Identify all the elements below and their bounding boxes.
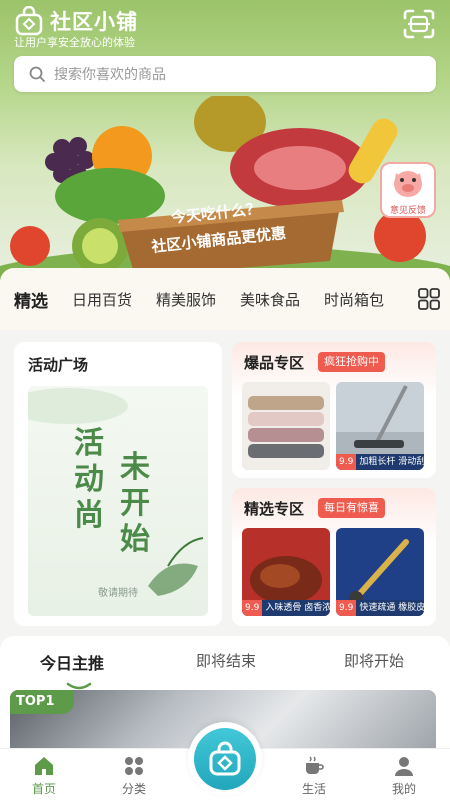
activity-poster: 活动尚 未开始 敬请期待 (28, 386, 208, 616)
activity-card[interactable]: 活动广场 活动尚 未开始 敬请期待 (14, 342, 222, 626)
category-tab-apparel[interactable]: 精美服饰 (156, 289, 216, 310)
towels-image (248, 396, 324, 458)
grid-menu-icon[interactable] (418, 288, 440, 310)
tab-home[interactable]: 首页 (14, 755, 74, 797)
pick-zone-title: 精选专区 (244, 500, 305, 518)
tab-category[interactable]: 分类 (104, 755, 164, 797)
price-label: 9.9 (242, 600, 263, 616)
tab-mine[interactable]: 我的 (374, 755, 434, 797)
pig-mascot-icon (394, 171, 422, 197)
brand: 社区小铺 (14, 6, 138, 36)
pick-product-duck-neck[interactable]: 9.9 入味透骨 卤香浓 (242, 528, 330, 616)
feedback-label: 意见反馈 (389, 206, 426, 216)
user-icon (395, 757, 413, 776)
bag-logo-icon (15, 6, 43, 36)
pick-zone-badge: 每日有惊喜 (318, 498, 385, 518)
ink-brush-decoration (28, 388, 204, 596)
search-bar[interactable]: 搜索你喜欢的商品 (14, 56, 436, 92)
active-tab-indicator (66, 682, 92, 690)
home-icon (35, 757, 53, 775)
tag-text: 加粗长杆 滑动刮 (359, 457, 424, 467)
poster-text-2: 未开始 (120, 450, 150, 557)
tab-life[interactable]: 生活 (284, 755, 344, 797)
category-tab-daily[interactable]: 日用百货 (72, 289, 132, 310)
top-rank-badge: TOP1 (10, 690, 74, 714)
hot-product-tag: 9.9 加粗长杆 滑动刮 (336, 454, 424, 470)
tab-category-label: 分类 (121, 782, 146, 796)
center-shop-button[interactable] (188, 722, 262, 796)
tab-today-pick[interactable]: 今日主推 (40, 650, 104, 674)
tag-text: 快速疏通 橡胶皮 (359, 603, 424, 613)
category-tab-food[interactable]: 美味食品 (240, 289, 300, 310)
tab-home-label: 首页 (31, 782, 56, 796)
scan-icon[interactable] (402, 8, 436, 40)
pick-product-tag: 9.9 入味透骨 卤香浓 (242, 600, 330, 616)
category-tab-featured[interactable]: 精选 (14, 287, 48, 312)
activity-title: 活动广场 (28, 356, 89, 374)
search-icon (29, 66, 45, 82)
category-icon (125, 757, 143, 775)
pick-product-plunger[interactable]: 9.9 快速疏通 橡胶皮 (336, 528, 424, 616)
tab-starting-soon[interactable]: 即将开始 (344, 650, 404, 671)
tab-life-label: 生活 (301, 782, 326, 796)
app-slogan: 让用户享安全放心的体验 (14, 36, 135, 49)
recommend-tabs: 今日主推 即将结束 即将开始 (0, 650, 450, 680)
hero-banner: 社区小铺 让用户享安全放心的体验 搜索你喜欢的商品 今天吃什么？ 社区小铺商品更… (0, 0, 450, 280)
coffee-cup-icon (306, 756, 324, 774)
hot-zone-badge: 疯狂抢购中 (318, 352, 385, 372)
tab-mine-label: 我的 (391, 782, 416, 796)
price-label: 9.9 (336, 600, 357, 616)
hot-zone-card[interactable]: 爆品专区 疯狂抢购中 9.9 加粗长杆 滑动刮 (232, 342, 436, 478)
promo-section: 活动广场 活动尚 未开始 敬请期待 爆品专区 疯狂抢购中 9.9 加粗长杆 滑动… (0, 330, 450, 630)
search-placeholder: 搜索你喜欢的商品 (54, 67, 166, 83)
category-tab-bags[interactable]: 时尚箱包 (324, 289, 384, 310)
hot-product-towels[interactable] (242, 382, 330, 470)
category-tabs: 精选 日用百货 精美服饰 美味食品 时尚箱包 (0, 268, 450, 330)
price-label: 9.9 (336, 454, 357, 470)
app-name: 社区小铺 (50, 10, 138, 34)
pick-product-tag: 9.9 快速疏通 橡胶皮 (336, 600, 424, 616)
hot-zone-title: 爆品专区 (244, 354, 305, 372)
hot-product-mop[interactable]: 9.9 加粗长杆 滑动刮 (336, 382, 424, 470)
shopping-bag-icon (209, 741, 241, 776)
poster-text-1: 活动尚 (74, 426, 104, 533)
tag-text: 入味透骨 卤香浓 (265, 603, 330, 613)
feedback-button[interactable]: 意见反馈 (380, 162, 436, 218)
pick-zone-card[interactable]: 精选专区 每日有惊喜 9.9 入味透骨 卤香浓 9.9 快速疏通 橡胶皮 (232, 488, 436, 626)
poster-subtitle: 敬请期待 (98, 588, 138, 599)
tab-ending-soon[interactable]: 即将结束 (196, 650, 256, 671)
center-shop-inner (194, 728, 256, 790)
